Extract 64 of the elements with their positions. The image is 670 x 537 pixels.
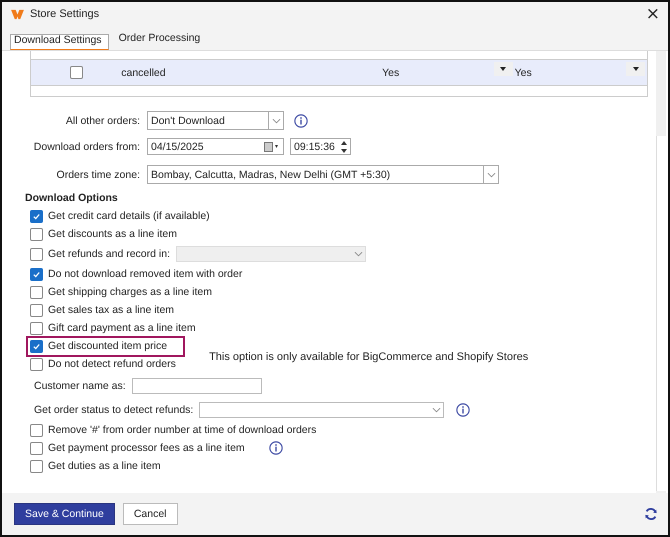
field-label: All other orders: <box>64 114 140 126</box>
check-icon <box>32 342 41 350</box>
checkbox[interactable] <box>30 268 43 280</box>
chevron-icon <box>486 172 496 178</box>
check-icon <box>32 270 41 278</box>
option-label: Gift card payment as a line item <box>48 322 196 334</box>
option-label: Get discounts as a line item <box>48 228 177 240</box>
option-label: Get payment processor fees as a line item <box>48 442 245 454</box>
tab[interactable]: Order Processing <box>112 32 206 50</box>
checkbox[interactable] <box>30 340 43 352</box>
save-button[interactable]: Save & Continue <box>14 503 115 525</box>
checkbox[interactable] <box>30 210 43 222</box>
checkbox[interactable] <box>30 442 43 454</box>
option-label: Get shipping charges as a line item <box>48 286 212 298</box>
spinner-icon[interactable] <box>340 140 348 154</box>
chevron-icon <box>354 251 362 257</box>
option-label: Remove '#' from order number at time of download orders <box>48 424 316 436</box>
option-label: Get discounted item price <box>48 340 168 352</box>
tab[interactable]: Download Settings <box>10 34 109 50</box>
option-label: Get duties as a line item <box>48 460 161 472</box>
table-cell-text: cancelled <box>121 66 167 78</box>
field-label: Customer name as: <box>34 380 126 392</box>
field-label: Download orders from: <box>32 140 140 152</box>
checkbox[interactable] <box>30 286 43 298</box>
logo-icon <box>11 8 24 20</box>
checkbox[interactable] <box>30 228 43 240</box>
dropdown[interactable]: Don't Download <box>147 111 284 130</box>
section-title: Download Options <box>25 192 119 204</box>
option-label: Get sales tax as a line item <box>48 304 174 316</box>
dropdown[interactable]: Bombay, Calcutta, Madras, New Delhi (GMT +5:30) <box>147 165 499 184</box>
dropdown-arrow-icon[interactable] <box>632 67 639 71</box>
checkbox[interactable] <box>30 460 43 472</box>
info-icon[interactable] <box>268 441 283 455</box>
chevron-icon <box>432 407 441 413</box>
field-label: Orders time zone: <box>56 168 140 180</box>
dropdown-arrow-icon[interactable] <box>500 67 506 71</box>
note-text: This option is only available for BigCommerce and Shopify Stores <box>209 351 528 363</box>
close-button[interactable]: × <box>638 4 668 24</box>
table-cell-text: Yes <box>382 66 400 78</box>
calendar-icon[interactable] <box>264 142 280 152</box>
option-label: Do not detect refund orders <box>48 358 176 370</box>
checkbox[interactable] <box>30 322 43 334</box>
info-icon[interactable] <box>456 403 470 417</box>
checkbox[interactable] <box>30 424 43 436</box>
checkbox[interactable] <box>30 304 43 316</box>
refresh-icon[interactable] <box>644 507 658 521</box>
scrollbar[interactable] <box>656 51 666 493</box>
checkbox[interactable] <box>30 358 43 370</box>
option-label: Get refunds and record in: <box>48 248 170 260</box>
option-label: Do not download removed item with order <box>48 268 242 280</box>
info-icon[interactable] <box>294 114 308 128</box>
checkbox[interactable] <box>70 66 83 79</box>
table-cell-text: Yes <box>514 66 533 78</box>
check-icon <box>32 212 41 220</box>
chevron-icon <box>272 118 280 124</box>
input-field[interactable] <box>132 378 262 394</box>
option-label: Get credit card details (if available) <box>48 210 210 222</box>
field-label: Get order status to detect refunds: <box>34 404 194 416</box>
window-title: Store Settings <box>30 8 100 20</box>
dropdown[interactable] <box>199 402 444 418</box>
cancel-button[interactable]: Cancel <box>122 503 178 525</box>
date-field[interactable]: 04/15/2025 <box>147 138 284 155</box>
table-row[interactable]: cancelled Yes Yes <box>31 60 647 86</box>
time-field[interactable]: 09:15:36 <box>290 138 351 155</box>
